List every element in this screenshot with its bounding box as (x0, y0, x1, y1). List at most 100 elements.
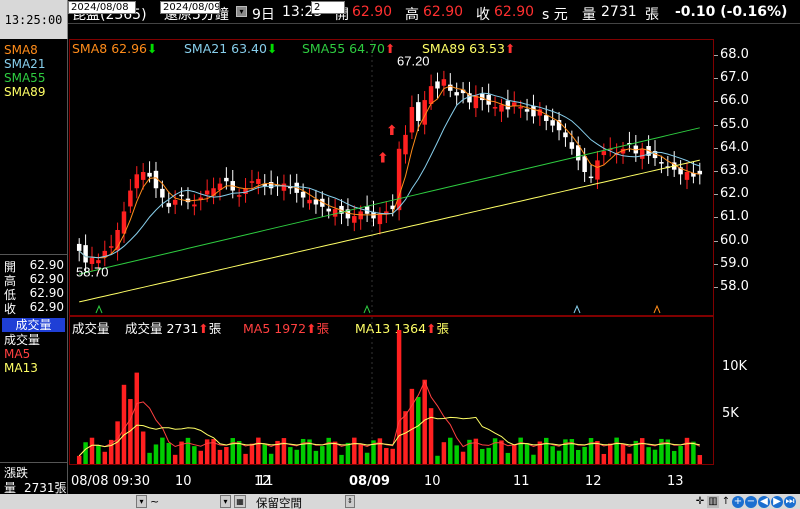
price-tick (714, 101, 718, 103)
volume-bar (671, 450, 677, 464)
time-tick-label: 10 (175, 474, 192, 489)
volume-bar (454, 445, 459, 464)
scroll-left-icon[interactable]: ◀ (758, 496, 770, 508)
volume-bar (192, 446, 197, 464)
volume-bar (217, 449, 223, 464)
cross-marker (95, 304, 103, 314)
volume-bar (435, 455, 440, 464)
time-tick-label: 08/09 (349, 474, 390, 489)
volume-tab[interactable]: 成交量 (2, 318, 65, 332)
candle-body (224, 177, 229, 182)
price-tick-label: 58.0 (720, 279, 749, 294)
left-ma5-label: MA5 (4, 347, 31, 361)
left-sma55-label: SMA55 (4, 71, 46, 85)
zoom-out-icon[interactable]: − (745, 496, 757, 508)
candle-body (326, 208, 331, 212)
crosshair-icon[interactable]: ✛ (694, 496, 706, 508)
volume-bar (262, 443, 267, 464)
volume-bar (236, 440, 242, 464)
price-tick-label: 61.0 (720, 209, 749, 225)
candle-body (192, 204, 197, 207)
candle-body (492, 107, 498, 109)
sma89-line (79, 159, 700, 303)
candle-body (108, 246, 114, 248)
price-tick-label: 66.0 (720, 93, 749, 109)
left-ma13-label: MA13 (4, 361, 38, 375)
candle-body (268, 182, 274, 189)
volume-bar (166, 442, 172, 464)
volume-chart[interactable] (69, 316, 714, 465)
candle-body (448, 84, 453, 91)
price-tick-label: 65.0 (720, 116, 749, 132)
candle-body (204, 190, 210, 195)
candle-body (307, 199, 312, 204)
volume-bar (377, 438, 383, 464)
high-value: 62.90 (423, 4, 464, 20)
volume-bar (697, 455, 703, 464)
volume-bar (76, 455, 82, 464)
high-annotation: 67.20 (397, 53, 430, 68)
sma8-line (78, 85, 700, 259)
candle-body (352, 216, 357, 223)
candle-body (601, 151, 607, 156)
volume-bar (416, 396, 421, 464)
price-chart[interactable]: 67.20 58.70 ⬆ ⬆ (69, 39, 714, 316)
candle-body (89, 257, 95, 264)
candle-body (563, 132, 568, 138)
volume-axis: 10K 5K (714, 316, 800, 465)
calendar-icon[interactable]: ▦ (234, 495, 246, 508)
candle-body (512, 102, 517, 106)
volume-bar (352, 437, 357, 464)
end-date-input[interactable] (160, 1, 220, 14)
candle-body (454, 92, 459, 96)
volume-bar (89, 437, 95, 464)
price-tick (714, 147, 718, 149)
candle-body (569, 142, 575, 149)
chart-type-icon[interactable]: ▥ (707, 496, 719, 508)
close-unit: s 元 (542, 7, 568, 23)
candle-body (172, 199, 178, 205)
volume-bar (678, 446, 683, 464)
sma55-line (79, 127, 700, 275)
bottom-control-bar (0, 494, 800, 509)
candle-body (332, 209, 338, 217)
time-tick-label: 12 (254, 474, 271, 489)
scroll-right-icon[interactable]: ▶ (771, 496, 783, 508)
up-arrow-tool-icon[interactable]: ↑ (720, 496, 732, 508)
candle-body (518, 107, 523, 109)
spinner-icon[interactable]: ⇕ (345, 495, 355, 508)
volume-bar (153, 444, 159, 464)
dropdown-icon[interactable]: ▾ (236, 6, 247, 17)
space-value-input[interactable] (311, 1, 345, 14)
volume-bar (326, 437, 331, 464)
start-date-input[interactable] (68, 1, 136, 14)
volume-bar (134, 372, 140, 464)
left-sma8-label: SMA8 (4, 43, 38, 57)
candle-body (480, 93, 485, 101)
volume-bar (639, 438, 645, 464)
candle-body (409, 107, 415, 133)
candle-body (281, 183, 287, 191)
candle-body (582, 156, 587, 172)
time-tick-label: 12 (585, 474, 602, 489)
cross-marker (363, 304, 371, 314)
volume-bar (288, 447, 293, 464)
bar-date: 9日 (252, 7, 275, 23)
price-tick (714, 217, 718, 219)
candle-body (160, 188, 165, 198)
zoom-in-icon[interactable]: + (732, 496, 744, 508)
candle-body (300, 191, 306, 198)
volume-bar (249, 443, 255, 464)
change-value: -0.10 (-0.16%) (675, 4, 788, 20)
end-date-dropdown-icon[interactable]: ▾ (220, 495, 231, 508)
volume-bar (403, 411, 408, 464)
volume-bar (460, 451, 466, 464)
start-date-dropdown-icon[interactable]: ▾ (136, 495, 147, 508)
low-annotation: 58.70 (76, 264, 109, 279)
volume-bar (428, 408, 434, 464)
scroll-end-icon[interactable]: ⏭ (784, 496, 796, 508)
price-axis: 68.0 67.0 66.0 65.0 64.0 63.0 62.0 61.0 60.0 59.0… (714, 39, 800, 316)
volume-bar (486, 447, 491, 464)
volume-bar (480, 448, 485, 464)
volume-bar (614, 437, 619, 464)
